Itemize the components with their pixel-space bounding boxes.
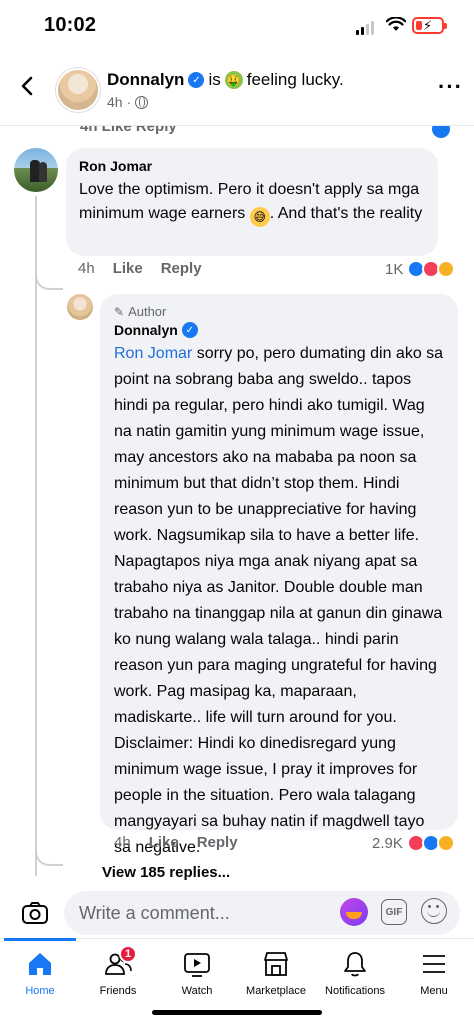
post-meta: 4h · <box>107 94 149 110</box>
verified-icon: ✓ <box>188 72 205 88</box>
care-reaction-icon <box>437 260 456 278</box>
status-time: 10:02 <box>44 14 97 36</box>
reply-bubble[interactable]: ✎ Author Donnalyn ✓ Ron Jomar sorry po, … <box>100 294 458 856</box>
signal-icon <box>356 21 374 35</box>
mention-link[interactable]: Ron Jomar <box>114 345 192 362</box>
comments-list[interactable]: 4h Like Reply Ron Jomar Love the optimis… <box>0 126 474 890</box>
feeling-prefix: is <box>208 70 221 89</box>
feeling-text: feeling lucky. <box>246 70 344 89</box>
tab-watch[interactable]: Watch <box>157 945 237 1001</box>
emoji-icon[interactable] <box>421 898 447 924</box>
comment-text: Love the optimism. Pero it doesn't apply… <box>79 178 425 227</box>
bell-icon <box>344 952 366 977</box>
reply-text: Ron Jomar sorry po, pero dumating din ak… <box>114 345 444 856</box>
post-time: 4h <box>107 94 123 110</box>
watch-icon <box>184 953 210 977</box>
like-button[interactable]: Like <box>149 834 179 851</box>
back-icon[interactable] <box>16 74 40 98</box>
partial-reaction-icon <box>432 126 450 138</box>
comment-actions: 4h Like Reply <box>78 260 202 277</box>
camera-icon[interactable] <box>20 898 50 928</box>
home-icon <box>29 953 51 975</box>
verified-icon: ✓ <box>181 322 198 338</box>
thread-connector-replies <box>35 848 63 866</box>
comment-reactions[interactable]: 1K <box>385 260 456 278</box>
wifi-icon <box>386 17 406 31</box>
view-replies-link[interactable]: View 185 replies... <box>102 864 230 881</box>
comment-bubble[interactable]: Ron Jomar Love the optimism. Pero it doe… <box>66 148 438 256</box>
battery-icon: ⚡ <box>412 17 447 34</box>
reply-reactions[interactable]: 2.9K <box>372 834 455 852</box>
globe-icon <box>135 95 149 109</box>
home-indicator <box>152 1010 322 1015</box>
tab-marketplace[interactable]: Marketplace <box>236 945 316 1001</box>
sweat-smile-emoji-icon: 😅 <box>249 207 270 227</box>
tab-friends[interactable]: 1 Friends <box>78 945 158 1001</box>
money-face-emoji-icon: 🤑 <box>224 71 243 89</box>
status-bar: 10:02 ⚡ <box>0 0 474 56</box>
reaction-count: 2.9K <box>372 834 403 852</box>
reaction-count: 1K <box>385 260 404 278</box>
reply-author-name[interactable]: Donnalyn <box>114 322 178 338</box>
thread-line <box>35 196 37 876</box>
commenter-name[interactable]: Ron Jomar <box>79 158 425 174</box>
reply-author-avatar[interactable] <box>67 294 93 320</box>
author-badge: ✎ Author <box>114 304 167 319</box>
active-tab-indicator <box>4 938 76 941</box>
post-header: Donnalyn ✓ is 🤑 feeling lucky. 4h · ··· <box>0 56 474 126</box>
like-button[interactable]: Like <box>113 260 143 277</box>
thread-connector <box>35 274 63 290</box>
care-reaction-icon <box>436 834 455 852</box>
pencil-icon: ✎ <box>114 304 125 319</box>
commenter-avatar[interactable] <box>14 148 58 192</box>
comment-composer: Write a comment... GIF <box>0 890 474 938</box>
tab-notifications[interactable]: Notifications <box>315 945 395 1001</box>
reply-actions: 4h Like Reply <box>114 834 238 851</box>
reply-time: 4h <box>114 834 131 851</box>
notification-badge: 1 <box>119 945 137 963</box>
author-avatar[interactable] <box>56 68 100 112</box>
avatar-sticker-icon[interactable] <box>340 898 368 926</box>
post-title: Donnalyn ✓ is 🤑 feeling lucky. <box>107 70 344 90</box>
comment-time: 4h <box>78 260 95 277</box>
gif-icon[interactable]: GIF <box>381 899 407 925</box>
tab-menu[interactable]: Menu <box>394 945 474 1001</box>
reply-button[interactable]: Reply <box>197 834 238 851</box>
menu-icon <box>423 955 445 973</box>
reply-button[interactable]: Reply <box>161 260 202 277</box>
author-name[interactable]: Donnalyn <box>107 70 184 90</box>
partial-comment-actions: 4h Like Reply <box>80 126 177 135</box>
more-options-icon[interactable]: ··· <box>438 74 463 100</box>
tab-home[interactable]: Home <box>0 945 80 1001</box>
marketplace-icon <box>264 952 288 976</box>
reply-author-row: Donnalyn ✓ <box>114 322 444 338</box>
